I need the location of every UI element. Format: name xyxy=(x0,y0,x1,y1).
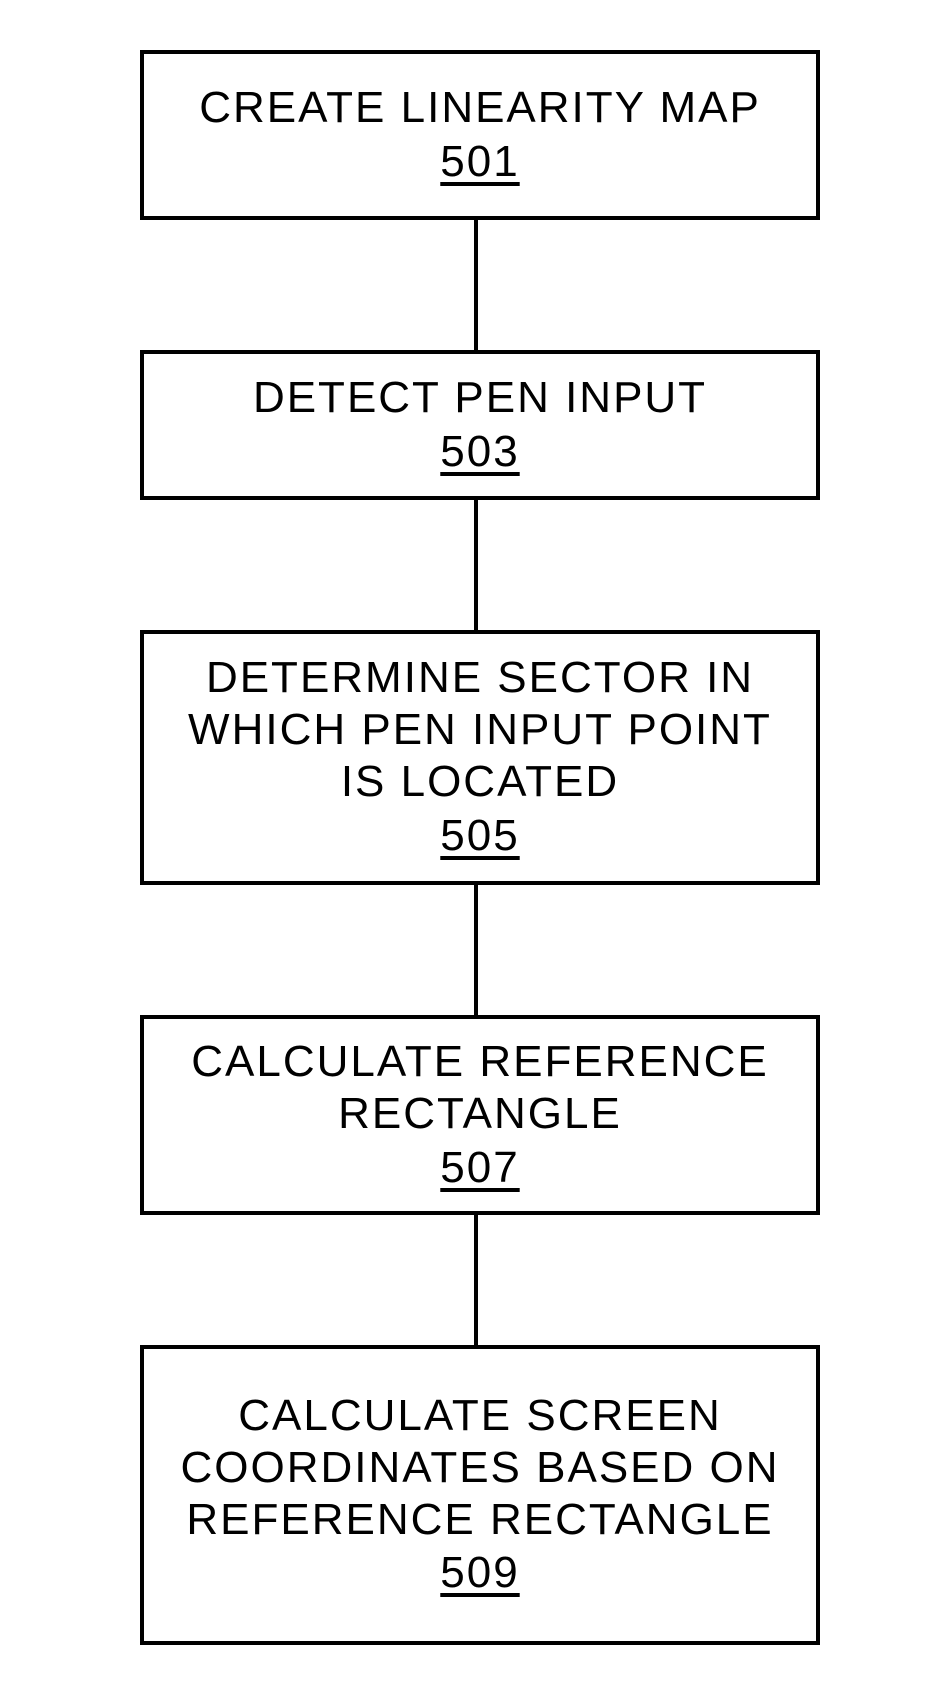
flow-step-label: CALCULATE SCREEN COORDINATES BASED ON RE… xyxy=(162,1390,798,1546)
flow-step-ref: 501 xyxy=(440,136,519,189)
flow-step-label: DETERMINE SECTOR IN WHICH PEN INPUT POIN… xyxy=(162,652,798,808)
flow-connector xyxy=(474,1215,478,1345)
flow-step-label: CALCULATE REFERENCE RECTANGLE xyxy=(162,1036,798,1140)
flow-step-label: DETECT PEN INPUT xyxy=(253,372,707,424)
flowchart: CREATE LINEARITY MAP 501 DETECT PEN INPU… xyxy=(0,0,951,1704)
flow-connector xyxy=(474,220,478,350)
flow-step-label: CREATE LINEARITY MAP xyxy=(199,82,761,134)
flow-step-ref: 509 xyxy=(440,1547,519,1600)
flow-step-ref: 505 xyxy=(440,810,519,863)
flow-connector xyxy=(474,885,478,1015)
flow-step: DETERMINE SECTOR IN WHICH PEN INPUT POIN… xyxy=(140,630,820,885)
flow-step: CALCULATE REFERENCE RECTANGLE 507 xyxy=(140,1015,820,1215)
flow-step-ref: 503 xyxy=(440,426,519,479)
flow-step: CALCULATE SCREEN COORDINATES BASED ON RE… xyxy=(140,1345,820,1645)
flow-step: DETECT PEN INPUT 503 xyxy=(140,350,820,500)
flow-step: CREATE LINEARITY MAP 501 xyxy=(140,50,820,220)
flow-connector xyxy=(474,500,478,630)
flow-step-ref: 507 xyxy=(440,1142,519,1195)
